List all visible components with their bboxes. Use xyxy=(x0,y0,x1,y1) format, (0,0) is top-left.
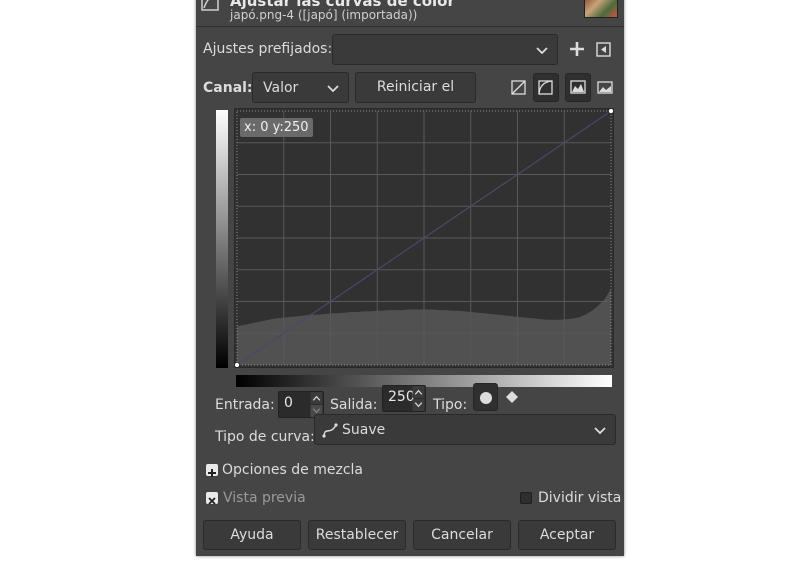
curve-plot[interactable] xyxy=(234,108,614,368)
image-thumbnail xyxy=(584,0,618,18)
log-histogram-button[interactable] xyxy=(533,73,559,102)
smooth-curve-icon xyxy=(322,423,338,438)
reset-button[interactable]: Restablecer xyxy=(308,520,406,550)
linear-histogram-button[interactable] xyxy=(507,73,531,102)
view-image-button[interactable] xyxy=(593,73,619,102)
linear-icon xyxy=(511,80,526,95)
preview-checkbox[interactable] xyxy=(206,492,218,505)
curve-type-value: Suave xyxy=(342,422,386,438)
dialog-subtitle: japó.png-4 ([japó] (importada)) xyxy=(230,8,418,22)
presets-label: Ajustes prefijados: xyxy=(203,41,333,57)
control-point xyxy=(234,361,240,368)
curve-graph[interactable] xyxy=(234,108,614,368)
channel-label: Canal: xyxy=(203,80,253,96)
corner-point-icon[interactable] xyxy=(504,389,520,405)
split-view-label[interactable]: Dividir vista xyxy=(538,490,621,506)
control-point xyxy=(607,108,614,114)
blend-options-label[interactable]: Opciones de mezcla xyxy=(222,462,363,478)
type-label: Tipo: xyxy=(433,397,468,413)
preview-label[interactable]: Vista previa xyxy=(223,490,306,506)
coordinate-readout: x: 0 y:250 xyxy=(240,118,313,137)
header-divider xyxy=(196,26,624,27)
chevron-down-icon xyxy=(536,47,548,55)
output-gradient-bar xyxy=(216,110,228,368)
channel-value: Valor xyxy=(263,80,299,96)
channel-combo[interactable]: Valor xyxy=(252,72,349,103)
input-value: 0 xyxy=(284,395,293,411)
reset-channel-button[interactable]: Reiniciar el canal xyxy=(355,72,476,124)
preset-menu-icon[interactable] xyxy=(596,42,611,57)
cancel-button[interactable]: Cancelar xyxy=(413,520,511,550)
ok-button[interactable]: Aceptar xyxy=(518,520,616,550)
logarithmic-icon xyxy=(538,80,553,95)
image-icon xyxy=(597,81,613,94)
add-preset-icon[interactable] xyxy=(569,41,585,57)
smooth-point-button[interactable] xyxy=(473,383,498,411)
presets-combo[interactable] xyxy=(332,34,558,65)
view-histogram-button[interactable] xyxy=(565,73,591,102)
histogram-image-icon xyxy=(570,80,586,94)
curves-dialog: Ajustar las curvas de color japó.png-4 (… xyxy=(196,0,624,556)
output-label: Salida: xyxy=(330,397,378,413)
spin-arrows-icon[interactable] xyxy=(412,386,425,411)
curve-type-combo[interactable]: Suave xyxy=(314,414,616,445)
help-button[interactable]: Ayuda xyxy=(203,520,301,550)
check-x-icon xyxy=(208,497,216,505)
plus-icon xyxy=(208,469,216,477)
curve-type-label: Tipo de curva: xyxy=(215,429,315,445)
chevron-down-icon xyxy=(327,85,339,93)
output-spinner[interactable]: 250 xyxy=(382,385,426,412)
circle-point-icon xyxy=(480,392,492,404)
output-value: 250 xyxy=(388,389,415,405)
split-view-checkbox[interactable] xyxy=(520,492,532,504)
curves-icon xyxy=(201,0,219,11)
blend-expander[interactable] xyxy=(206,464,218,477)
chevron-down-icon xyxy=(594,427,606,435)
input-label: Entrada: xyxy=(215,397,275,413)
